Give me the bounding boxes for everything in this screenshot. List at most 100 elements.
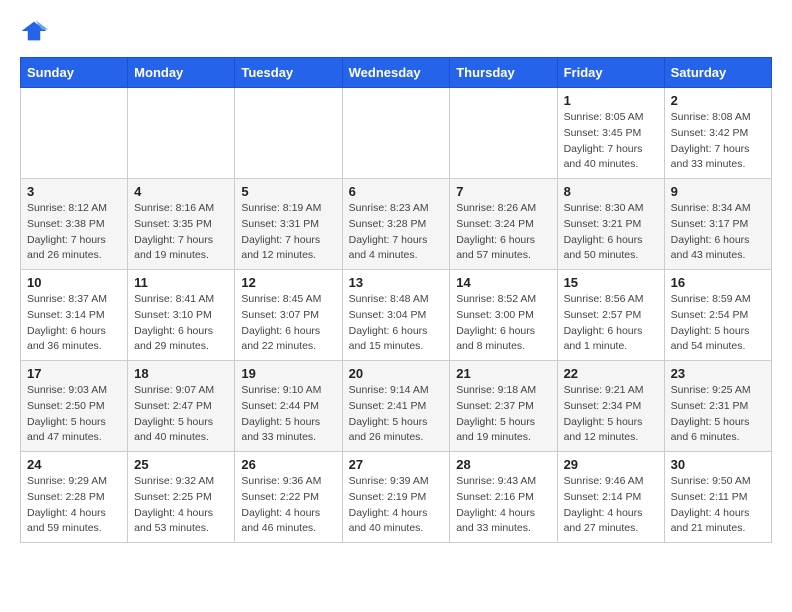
day-info: Sunrise: 9:21 AMSunset: 2:34 PMDaylight:… [564,383,658,446]
day-number: 12 [241,275,335,290]
header-saturday: Saturday [664,58,771,88]
logo-icon [20,20,48,42]
calendar-cell: 28 Sunrise: 9:43 AMSunset: 2:16 PMDayligh… [450,452,557,543]
day-number: 16 [671,275,765,290]
calendar-cell: 10 Sunrise: 8:37 AMSunset: 3:14 PMDayligh… [21,270,128,361]
page-header [20,20,772,42]
day-info: Sunrise: 9:10 AMSunset: 2:44 PMDaylight:… [241,383,335,446]
day-info: Sunrise: 8:19 AMSunset: 3:31 PMDaylight:… [241,201,335,264]
day-info: Sunrise: 8:52 AMSunset: 3:00 PMDaylight:… [456,292,550,355]
day-info: Sunrise: 8:56 AMSunset: 2:57 PMDaylight:… [564,292,658,355]
calendar-cell: 20 Sunrise: 9:14 AMSunset: 2:41 PMDayligh… [342,361,450,452]
day-info: Sunrise: 9:32 AMSunset: 2:25 PMDaylight:… [134,474,228,537]
day-info: Sunrise: 8:48 AMSunset: 3:04 PMDaylight:… [349,292,444,355]
day-info: Sunrise: 8:16 AMSunset: 3:35 PMDaylight:… [134,201,228,264]
calendar-cell: 7 Sunrise: 8:26 AMSunset: 3:24 PMDaylight… [450,179,557,270]
calendar-cell: 5 Sunrise: 8:19 AMSunset: 3:31 PMDaylight… [235,179,342,270]
header-wednesday: Wednesday [342,58,450,88]
day-number: 22 [564,366,658,381]
day-info: Sunrise: 8:34 AMSunset: 3:17 PMDaylight:… [671,201,765,264]
week-row-3: 17 Sunrise: 9:03 AMSunset: 2:50 PMDayligh… [21,361,772,452]
header-tuesday: Tuesday [235,58,342,88]
calendar-cell [128,88,235,179]
calendar-cell [450,88,557,179]
calendar-cell: 21Sunrise: 9:18 AMSunset: 2:37 PMDayligh… [450,361,557,452]
day-info: Sunrise: 8:45 AMSunset: 3:07 PMDaylight:… [241,292,335,355]
calendar-cell: 14Sunrise: 8:52 AMSunset: 3:00 PMDayligh… [450,270,557,361]
day-number: 13 [349,275,444,290]
day-info: Sunrise: 9:07 AMSunset: 2:47 PMDaylight:… [134,383,228,446]
day-info: Sunrise: 9:43 AMSunset: 2:16 PMDaylight:… [456,474,550,537]
calendar-cell: 1 Sunrise: 8:05 AMSunset: 3:45 PMDaylight… [557,88,664,179]
day-number: 24 [27,457,121,472]
day-number: 30 [671,457,765,472]
week-row-1: 3 Sunrise: 8:12 AMSunset: 3:38 PMDaylight… [21,179,772,270]
day-number: 7 [456,184,550,199]
calendar-cell: 19 Sunrise: 9:10 AMSunset: 2:44 PMDayligh… [235,361,342,452]
header-sunday: Sunday [21,58,128,88]
calendar-cell: 25 Sunrise: 9:32 AMSunset: 2:25 PMDayligh… [128,452,235,543]
calendar-cell: 29 Sunrise: 9:46 AMSunset: 2:14 PMDayligh… [557,452,664,543]
calendar-cell: 2Sunrise: 8:08 AMSunset: 3:42 PMDaylight… [664,88,771,179]
day-number: 10 [27,275,121,290]
day-info: Sunrise: 8:12 AMSunset: 3:38 PMDaylight:… [27,201,121,264]
calendar-cell: 18 Sunrise: 9:07 AMSunset: 2:47 PMDayligh… [128,361,235,452]
calendar-cell: 27 Sunrise: 9:39 AMSunset: 2:19 PMDayligh… [342,452,450,543]
day-number: 29 [564,457,658,472]
calendar-cell: 11Sunrise: 8:41 AMSunset: 3:10 PMDayligh… [128,270,235,361]
day-number: 15 [564,275,658,290]
day-number: 8 [564,184,658,199]
day-number: 4 [134,184,228,199]
day-number: 20 [349,366,444,381]
day-info: Sunrise: 9:50 AMSunset: 2:11 PMDaylight:… [671,474,765,537]
day-number: 21 [456,366,550,381]
day-info: Sunrise: 9:39 AMSunset: 2:19 PMDaylight:… [349,474,444,537]
day-number: 26 [241,457,335,472]
calendar-cell: 6Sunrise: 8:23 AMSunset: 3:28 PMDaylight… [342,179,450,270]
day-info: Sunrise: 8:59 AMSunset: 2:54 PMDaylight:… [671,292,765,355]
calendar-cell: 17 Sunrise: 9:03 AMSunset: 2:50 PMDayligh… [21,361,128,452]
day-number: 3 [27,184,121,199]
calendar-cell [21,88,128,179]
day-number: 1 [564,93,658,108]
day-number: 25 [134,457,228,472]
calendar-cell: 8 Sunrise: 8:30 AMSunset: 3:21 PMDaylight… [557,179,664,270]
calendar-cell: 3 Sunrise: 8:12 AMSunset: 3:38 PMDaylight… [21,179,128,270]
calendar-cell: 15 Sunrise: 8:56 AMSunset: 2:57 PMDayligh… [557,270,664,361]
header-row: SundayMondayTuesdayWednesdayThursdayFrid… [21,58,772,88]
calendar-cell [235,88,342,179]
day-number: 23 [671,366,765,381]
day-number: 19 [241,366,335,381]
day-info: Sunrise: 8:26 AMSunset: 3:24 PMDaylight:… [456,201,550,264]
calendar-cell [342,88,450,179]
calendar-cell: 9 Sunrise: 8:34 AMSunset: 3:17 PMDaylight… [664,179,771,270]
week-row-4: 24 Sunrise: 9:29 AMSunset: 2:28 PMDayligh… [21,452,772,543]
calendar-cell: 24 Sunrise: 9:29 AMSunset: 2:28 PMDayligh… [21,452,128,543]
day-info: Sunrise: 9:46 AMSunset: 2:14 PMDaylight:… [564,474,658,537]
day-info: Sunrise: 8:41 AMSunset: 3:10 PMDaylight:… [134,292,228,355]
calendar-cell: 26 Sunrise: 9:36 AMSunset: 2:22 PMDayligh… [235,452,342,543]
day-number: 9 [671,184,765,199]
calendar-cell: 30 Sunrise: 9:50 AMSunset: 2:11 PMDayligh… [664,452,771,543]
day-info: Sunrise: 9:25 AMSunset: 2:31 PMDaylight:… [671,383,765,446]
day-number: 17 [27,366,121,381]
day-info: Sunrise: 9:36 AMSunset: 2:22 PMDaylight:… [241,474,335,537]
day-info: Sunrise: 8:37 AMSunset: 3:14 PMDaylight:… [27,292,121,355]
day-info: Sunrise: 8:08 AMSunset: 3:42 PMDaylight:… [671,110,765,173]
day-info: Sunrise: 9:14 AMSunset: 2:41 PMDaylight:… [349,383,444,446]
day-info: Sunrise: 9:29 AMSunset: 2:28 PMDaylight:… [27,474,121,537]
week-row-0: 1 Sunrise: 8:05 AMSunset: 3:45 PMDaylight… [21,88,772,179]
calendar-cell: 13 Sunrise: 8:48 AMSunset: 3:04 PMDayligh… [342,270,450,361]
day-number: 27 [349,457,444,472]
day-info: Sunrise: 8:05 AMSunset: 3:45 PMDaylight:… [564,110,658,173]
day-info: Sunrise: 9:03 AMSunset: 2:50 PMDaylight:… [27,383,121,446]
header-monday: Monday [128,58,235,88]
week-row-2: 10 Sunrise: 8:37 AMSunset: 3:14 PMDayligh… [21,270,772,361]
day-info: Sunrise: 8:30 AMSunset: 3:21 PMDaylight:… [564,201,658,264]
day-number: 5 [241,184,335,199]
calendar-cell: 23 Sunrise: 9:25 AMSunset: 2:31 PMDayligh… [664,361,771,452]
calendar-cell: 4 Sunrise: 8:16 AMSunset: 3:35 PMDaylight… [128,179,235,270]
day-number: 18 [134,366,228,381]
day-number: 28 [456,457,550,472]
header-friday: Friday [557,58,664,88]
